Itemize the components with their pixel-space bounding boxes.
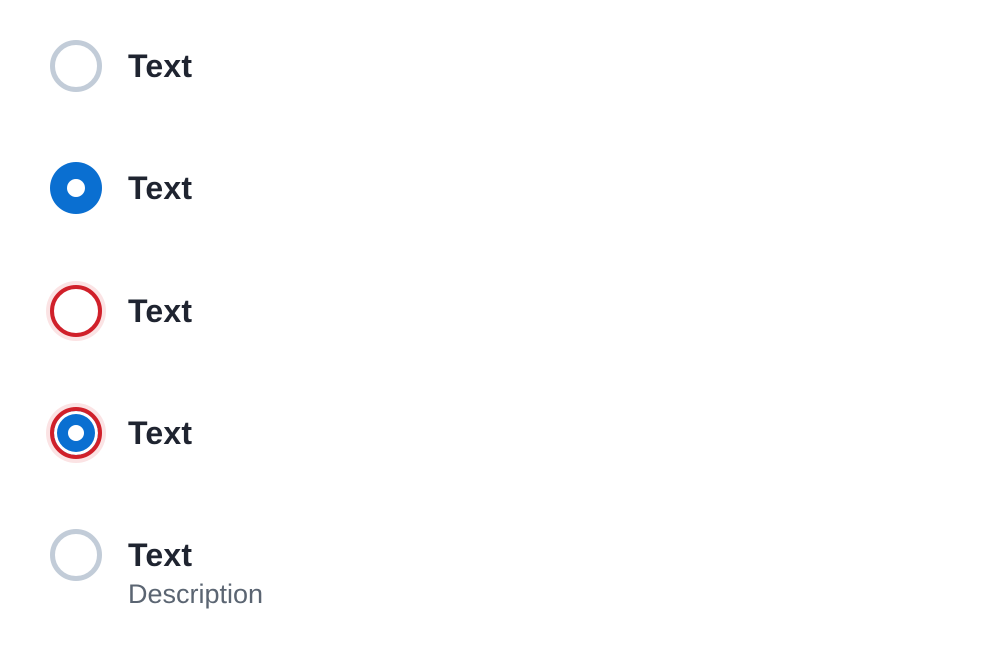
radio-option-1[interactable]: Text [50,40,192,92]
radio-button[interactable] [50,40,102,92]
radio-text: Text Description [128,529,263,609]
radio-text: Text [128,162,192,214]
radio-label: Text [128,293,193,329]
radio-text: Text [128,40,192,92]
radio-label: Text [128,415,193,451]
radio-text: Text [128,407,192,459]
radio-option-5[interactable]: Text Description [50,529,263,609]
radio-text: Text [128,285,192,337]
radio-selected-dot [68,425,84,441]
radio-option-3[interactable]: Text [50,285,192,337]
radio-option-2[interactable]: Text [50,162,192,214]
radio-button[interactable] [50,162,102,214]
radio-button[interactable] [50,529,102,581]
radio-label: Text [128,48,193,84]
radio-label: Text [128,537,193,573]
radio-button[interactable] [50,407,102,459]
radio-button[interactable] [50,285,102,337]
radio-selected-dot [67,179,85,197]
radio-description: Description [128,579,264,609]
radio-label: Text [128,170,193,206]
radio-option-4[interactable]: Text [50,407,192,459]
